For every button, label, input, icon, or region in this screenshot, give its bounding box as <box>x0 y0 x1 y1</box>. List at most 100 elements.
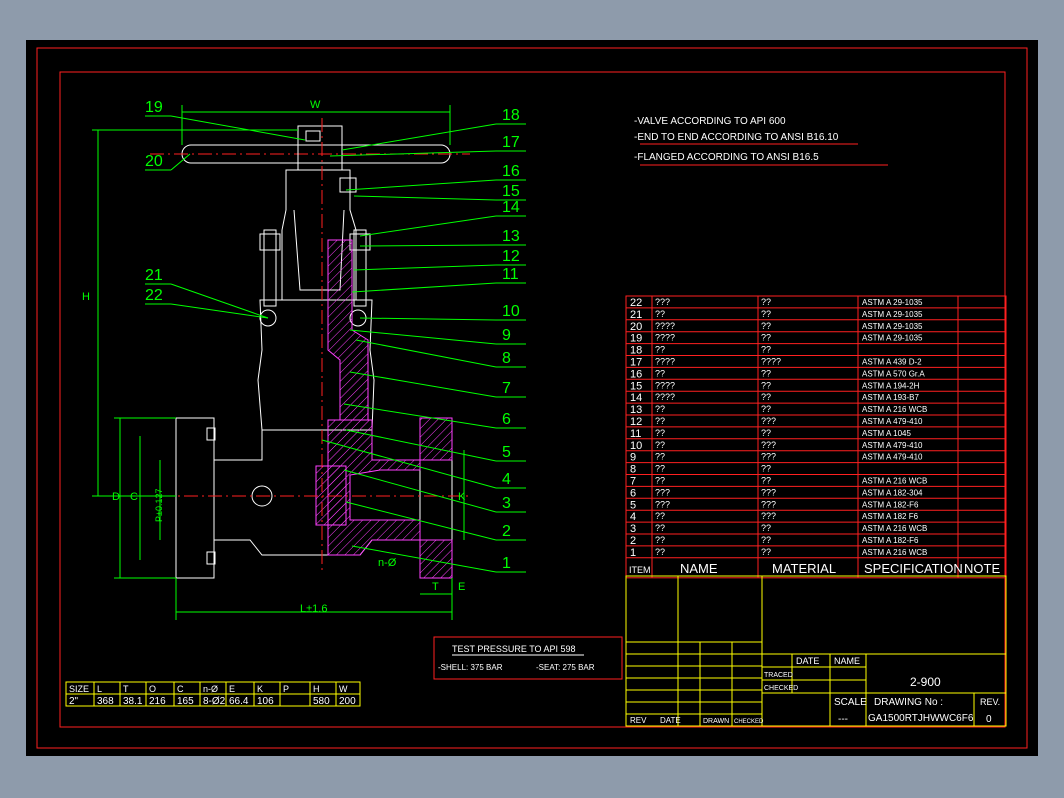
part-material: ??? <box>761 499 776 509</box>
tb-rev-value: 0 <box>986 714 992 725</box>
part-name: ???? <box>655 321 675 331</box>
size-header-cell: W <box>339 684 348 694</box>
balloon-right-11: 11 <box>502 266 519 283</box>
part-specification: ASTM A 193-B7 <box>862 393 919 402</box>
size-value-cell: 66.4 <box>229 696 249 707</box>
tb-drawing-no: GA1500RTJHWWC6F6 <box>868 713 974 724</box>
part-material: ?? <box>761 476 771 486</box>
balloon-left-19: 19 <box>145 99 163 116</box>
balloon-right-6: 6 <box>502 411 511 428</box>
size-header-cell: SIZE <box>69 684 89 694</box>
parts-header-spec: SPECIFICATION <box>864 561 963 576</box>
tb-checked-col: CHECKED <box>734 719 764 725</box>
part-specification: ASTM A 216 WCB <box>862 548 927 557</box>
balloon-right-7: 7 <box>502 380 511 397</box>
dim-k: K <box>458 491 466 503</box>
size-value-cell: 106 <box>257 696 274 707</box>
dim-n: n-Ø <box>378 557 397 569</box>
part-specification: ASTM A 216 WCB <box>862 405 927 414</box>
part-specification: ASTM A 182-304 <box>862 488 923 497</box>
balloon-left-22: 22 <box>145 287 163 304</box>
size-value-cell: 2" <box>69 696 79 707</box>
tb-model: 2-900 <box>910 675 941 689</box>
tb-checked: CHECKED <box>764 685 798 692</box>
size-header-cell: P <box>283 684 289 694</box>
size-header-cell: H <box>313 684 320 694</box>
parts-header-name: NAME <box>680 561 718 576</box>
part-name: ?? <box>655 476 665 486</box>
part-specification: ASTM A 194-2H <box>862 381 920 390</box>
note-3: -FLANGED ACCORDING TO ANSI B16.5 <box>634 152 819 163</box>
part-name: ???? <box>655 392 675 402</box>
size-header-cell: E <box>229 684 235 694</box>
part-specification: ASTM A 29-1035 <box>862 322 923 331</box>
part-material: ??? <box>761 416 776 426</box>
part-specification: ASTM A 1045 <box>862 429 911 438</box>
part-name: ?? <box>655 452 665 462</box>
balloon-right-13: 13 <box>502 228 520 245</box>
part-name: ?? <box>655 547 665 557</box>
size-value-cell: 200 <box>339 696 356 707</box>
part-specification: ASTM A 479-410 <box>862 453 923 462</box>
part-item-number: 22 <box>630 297 642 309</box>
part-specification: ASTM A 216 WCB <box>862 477 927 486</box>
part-item-number: 10 <box>630 440 642 452</box>
tb-rev-label: REV. <box>980 697 1000 707</box>
tb-scale-value: --- <box>838 714 848 725</box>
balloon-right-14: 14 <box>502 199 520 216</box>
part-material: ?? <box>761 297 771 307</box>
dim-c: C <box>130 491 138 503</box>
cad-drawing-canvas: W H C D P±0.127 L±1.6 K T E n-Ø 19202122… <box>26 40 1038 756</box>
size-value-cell: 165 <box>177 696 194 707</box>
part-material: ?? <box>761 523 771 533</box>
part-specification: ASTM A 439 D-2 <box>862 358 922 367</box>
part-specification: ASTM A 29-1035 <box>862 298 923 307</box>
part-specification: ASTM A 479-410 <box>862 417 923 426</box>
balloon-right-16: 16 <box>502 163 520 180</box>
part-name: ??? <box>655 487 670 497</box>
part-item-number: 1 <box>630 547 636 559</box>
balloon-right-10: 10 <box>502 303 520 320</box>
part-item-number: 9 <box>630 452 636 464</box>
part-material: ?? <box>761 380 771 390</box>
part-name: ?? <box>655 404 665 414</box>
part-material: ?? <box>761 392 771 402</box>
dim-d: D <box>112 491 120 503</box>
part-material: ??? <box>761 452 776 462</box>
balloon-right-18: 18 <box>502 107 520 124</box>
part-name: ?? <box>655 464 665 474</box>
part-item-number: 16 <box>630 368 642 380</box>
size-value-cell: 216 <box>149 696 166 707</box>
part-name: ?? <box>655 535 665 545</box>
balloon-right-5: 5 <box>502 444 511 461</box>
part-specification: ASTM A 182-F6 <box>862 500 919 509</box>
part-specification: ASTM A 216 WCB <box>862 524 927 533</box>
balloon-right-17: 17 <box>502 134 520 151</box>
part-item-number: 6 <box>630 487 636 499</box>
test-pressure-shell: -SHELL: 375 BAR <box>438 663 503 672</box>
part-specification: ASTM A 182-F6 <box>862 536 919 545</box>
balloon-right-2: 2 <box>502 523 511 540</box>
part-item-number: 3 <box>630 523 636 535</box>
part-item-number: 21 <box>630 309 642 321</box>
part-name: ???? <box>655 380 675 390</box>
size-value-cell: 368 <box>97 696 114 707</box>
tb-rev-col: REV <box>630 716 647 725</box>
part-specification: ASTM A 479-410 <box>862 441 923 450</box>
tb-drawn-col: DRAWN <box>703 718 729 725</box>
part-item-number: 20 <box>630 321 642 333</box>
tb-date-col: DATE <box>660 716 681 725</box>
part-material: ?? <box>761 333 771 343</box>
dim-p: P±0.127 <box>154 489 164 522</box>
part-name: ??? <box>655 499 670 509</box>
size-value-cell: 8-Ø2 <box>203 696 226 707</box>
part-material: ??? <box>761 440 776 450</box>
part-material: ?? <box>761 309 771 319</box>
balloon-right-8: 8 <box>502 350 511 367</box>
size-header-cell: O <box>149 684 156 694</box>
part-material: ???? <box>761 357 781 367</box>
part-item-number: 5 <box>630 499 636 511</box>
dim-h: H <box>82 291 90 303</box>
part-name: ?? <box>655 511 665 521</box>
part-name: ?? <box>655 309 665 319</box>
